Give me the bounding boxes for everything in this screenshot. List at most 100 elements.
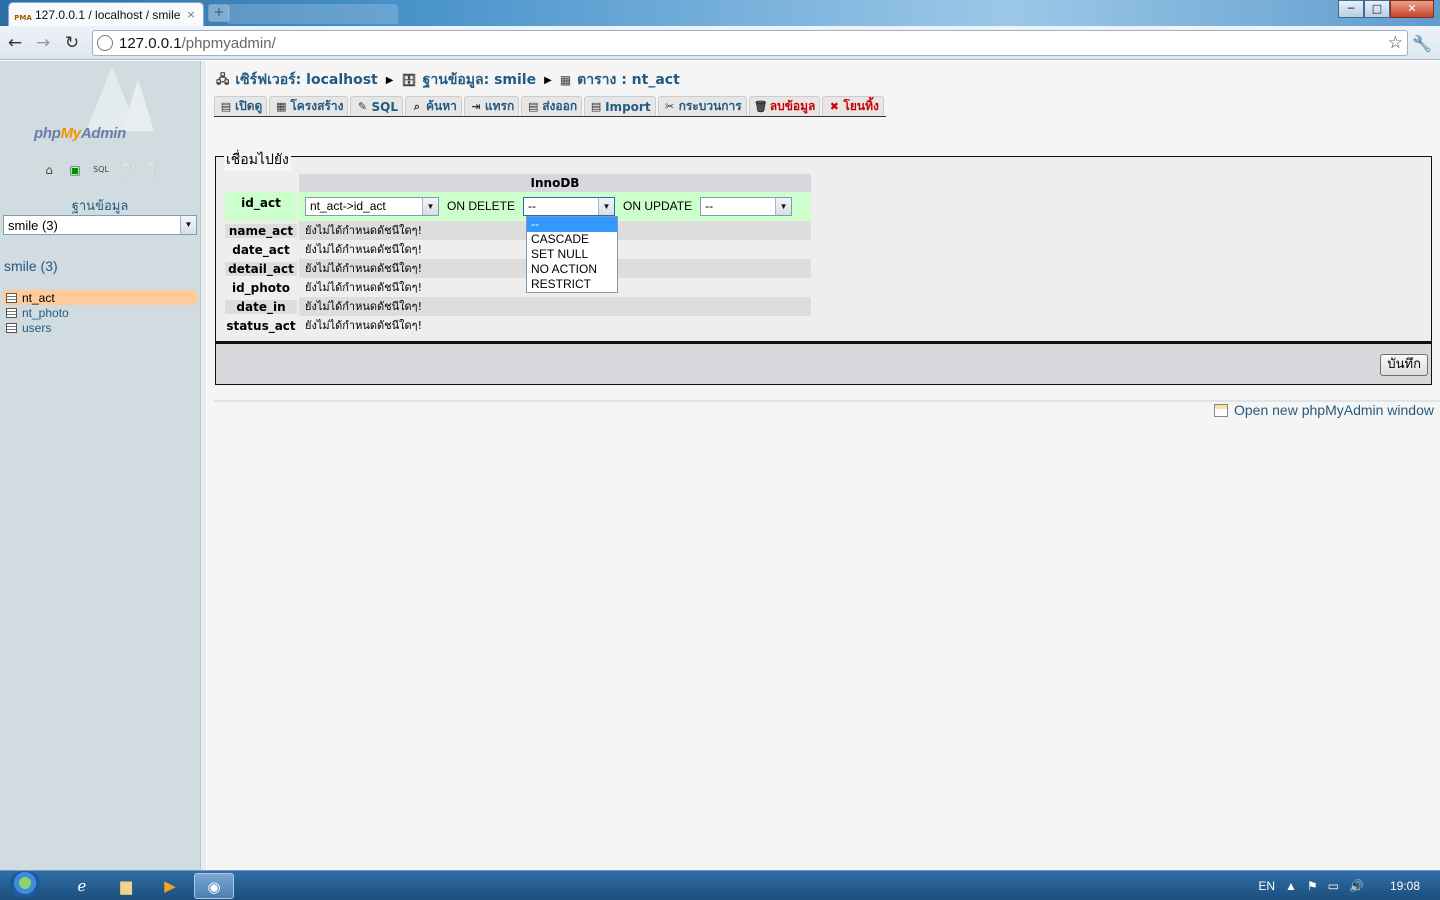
chevron-down-icon[interactable]: ▼ <box>180 216 196 234</box>
tab-structure[interactable]: ▦ โครงสร้าง <box>269 96 349 116</box>
background-tab[interactable] <box>228 4 398 24</box>
back-icon[interactable]: ← <box>4 32 26 54</box>
network-icon[interactable]: ▭ <box>1328 879 1339 893</box>
forward-icon[interactable]: → <box>32 32 54 54</box>
chevron-down-icon[interactable]: ▼ <box>422 198 438 215</box>
chrome-icon[interactable]: ◉ <box>194 873 234 899</box>
tab-import[interactable]: ▤ Import <box>584 96 656 116</box>
on-update-select[interactable]: -- ▼ <box>700 197 793 216</box>
wrench-icon[interactable]: 🔧 <box>1412 34 1432 53</box>
browser-tab[interactable]: PMA 127.0.0.1 / localhost / smile × <box>8 2 204 26</box>
tab-search[interactable]: ⌕ ค้นหา <box>404 96 462 116</box>
table-row: name_act ยังไม่ได้กำหนดดัชนีใดๆ! <box>225 221 811 240</box>
table-row: status_act ยังไม่ได้กำหนดดัชนีใดๆ! <box>225 316 811 335</box>
field-name: date_act <box>225 242 297 257</box>
documentation-icon[interactable]: ❔ <box>118 162 136 178</box>
reload-icon[interactable]: ↻ <box>61 32 83 54</box>
tab-operations[interactable]: ✂ กระบวนการ <box>657 96 747 116</box>
action-center-icon[interactable]: ⚑ <box>1307 879 1318 893</box>
bookmark-star-icon[interactable]: ☆ <box>1388 33 1403 53</box>
help-icon[interactable]: ❔ <box>144 162 162 178</box>
media-player-icon[interactable]: ▶ <box>150 873 190 899</box>
save-button[interactable]: บันทึก <box>1380 354 1428 376</box>
dropdown-option[interactable]: CASCADE <box>527 232 617 247</box>
relation-fieldset: เชื่อมไปยัง InnoDB id_act nt_act->id_act… <box>215 149 1432 342</box>
engine-header: InnoDB <box>299 174 811 192</box>
minimize-button[interactable]: ─ <box>1338 0 1364 18</box>
new-window-label[interactable]: Open new phpMyAdmin window <box>1234 402 1434 418</box>
table-icon[interactable] <box>6 292 17 303</box>
tab-empty[interactable]: 🗑 ลบข้อมูล <box>748 96 821 116</box>
tab-insert[interactable]: ⇥ แทรก <box>463 96 520 116</box>
explorer-folder-icon[interactable]: ▆ <box>106 873 146 899</box>
table-list-item[interactable]: nt_photo <box>3 305 197 320</box>
frame-splitter[interactable] <box>200 61 206 870</box>
table-name[interactable]: nt_photo <box>22 306 69 320</box>
chevron-down-icon[interactable]: ▼ <box>775 198 792 215</box>
breadcrumb-table[interactable]: ตาราง : nt_act <box>577 69 680 91</box>
sail-icon <box>122 79 154 131</box>
tab-drop[interactable]: ✖ โยนทิ้ง <box>822 96 884 116</box>
on-delete-value: -- <box>528 199 537 213</box>
tab-sql[interactable]: ✎ SQL <box>350 96 403 116</box>
taskbar: ℯ ▆ ▶ ◉ EN ▲ ⚑ ▭ 🔊 19:08 <box>0 870 1440 900</box>
table-row: date_act ยังไม่ได้กำหนดดัชนีใดๆ! <box>225 240 811 259</box>
database-select[interactable]: smile (3) ▼ <box>3 215 197 235</box>
dropdown-option[interactable]: -- <box>527 217 617 232</box>
breadcrumb-database[interactable]: ฐานข้อมูล: smile <box>423 69 536 91</box>
new-window-icon <box>1214 403 1228 417</box>
field-name: name_act <box>225 223 297 238</box>
field-name: id_photo <box>225 280 297 295</box>
dropdown-option[interactable]: NO ACTION <box>527 262 617 277</box>
field-name: id_act <box>225 192 297 221</box>
show-hidden-icons-icon[interactable]: ▲ <box>1285 879 1297 893</box>
exit-icon[interactable]: ▣ <box>66 162 84 178</box>
new-window-link[interactable]: Open new phpMyAdmin window <box>1214 402 1434 418</box>
on-delete-select[interactable]: -- ▼ <box>523 197 616 216</box>
table-name[interactable]: users <box>22 321 51 335</box>
table-name[interactable]: nt_act <box>22 291 55 305</box>
insert-icon: ⇥ <box>471 100 481 113</box>
no-index-message: ยังไม่ได้กำหนดดัชนีใดๆ! <box>299 297 811 316</box>
save-row: บันทึก <box>215 342 1432 385</box>
close-window-button[interactable]: ✕ <box>1390 0 1434 18</box>
table-list-item[interactable]: nt_act <box>3 290 197 305</box>
operations-icon: ✂ <box>664 100 675 113</box>
breadcrumb-server[interactable]: เซิร์ฟเวอร์: localhost <box>235 69 377 91</box>
browse-icon: ▤ <box>220 100 232 113</box>
clock[interactable]: 19:08 <box>1390 879 1420 893</box>
address-bar[interactable]: 127.0.0.1 /phpmyadmin/ ☆ <box>92 30 1408 56</box>
import-icon: ▤ <box>590 100 602 113</box>
chevron-down-icon[interactable]: ▼ <box>598 198 615 215</box>
dropdown-option[interactable]: RESTRICT <box>527 277 617 292</box>
tab-export[interactable]: ▤ ส่งออก <box>521 96 583 116</box>
volume-icon[interactable]: 🔊 <box>1349 879 1364 893</box>
browser-toolbar: ← → ↻ 127.0.0.1 /phpmyadmin/ ☆ 🔧 <box>0 26 1440 60</box>
table-row: detail_act ยังไม่ได้กำหนดดัชนีใดๆ! <box>225 259 811 278</box>
internet-explorer-icon[interactable]: ℯ <box>62 873 102 899</box>
table-row: date_in ยังไม่ได้กำหนดดัชนีใดๆ! <box>225 297 811 316</box>
foreign-key-select[interactable]: nt_act->id_act ▼ <box>305 197 439 216</box>
tab-close-icon[interactable]: × <box>185 8 197 21</box>
relation-table: InnoDB id_act nt_act->id_act ▼ ON DELETE… <box>225 174 811 335</box>
export-icon: ▤ <box>528 100 539 113</box>
globe-icon <box>97 35 113 51</box>
language-indicator[interactable]: EN <box>1258 879 1275 893</box>
phpmyadmin-logo[interactable]: phpMyAdmin <box>30 61 180 151</box>
sql-query-icon[interactable]: SQL <box>92 162 110 178</box>
new-tab-button[interactable]: + <box>208 4 230 22</box>
maximize-button[interactable]: □ <box>1364 0 1390 18</box>
dropdown-option[interactable]: SET NULL <box>527 247 617 262</box>
table-list-item[interactable]: users <box>3 320 197 335</box>
database-heading-link[interactable]: smile (3) <box>4 258 58 274</box>
system-tray: EN ▲ ⚑ ▭ 🔊 19:08 <box>1258 871 1430 900</box>
breadcrumb: 🖧 เซิร์ฟเวอร์: localhost ▶ 🗄 ฐานข้อมูล: … <box>216 69 680 91</box>
tab-browse[interactable]: ▤ เปิดดู <box>214 96 268 116</box>
home-icon[interactable]: ⌂ <box>40 162 58 178</box>
start-button[interactable] <box>6 871 44 900</box>
sql-icon: ✎ <box>357 100 368 113</box>
table-icon[interactable] <box>6 307 17 318</box>
table-icon[interactable] <box>6 322 17 333</box>
table-menu-tabs: ▤ เปิดดู ▦ โครงสร้าง ✎ SQL ⌕ ค้นหา ⇥ แทรก ▤ ส่… <box>214 96 886 117</box>
drop-icon: ✖ <box>829 100 839 113</box>
